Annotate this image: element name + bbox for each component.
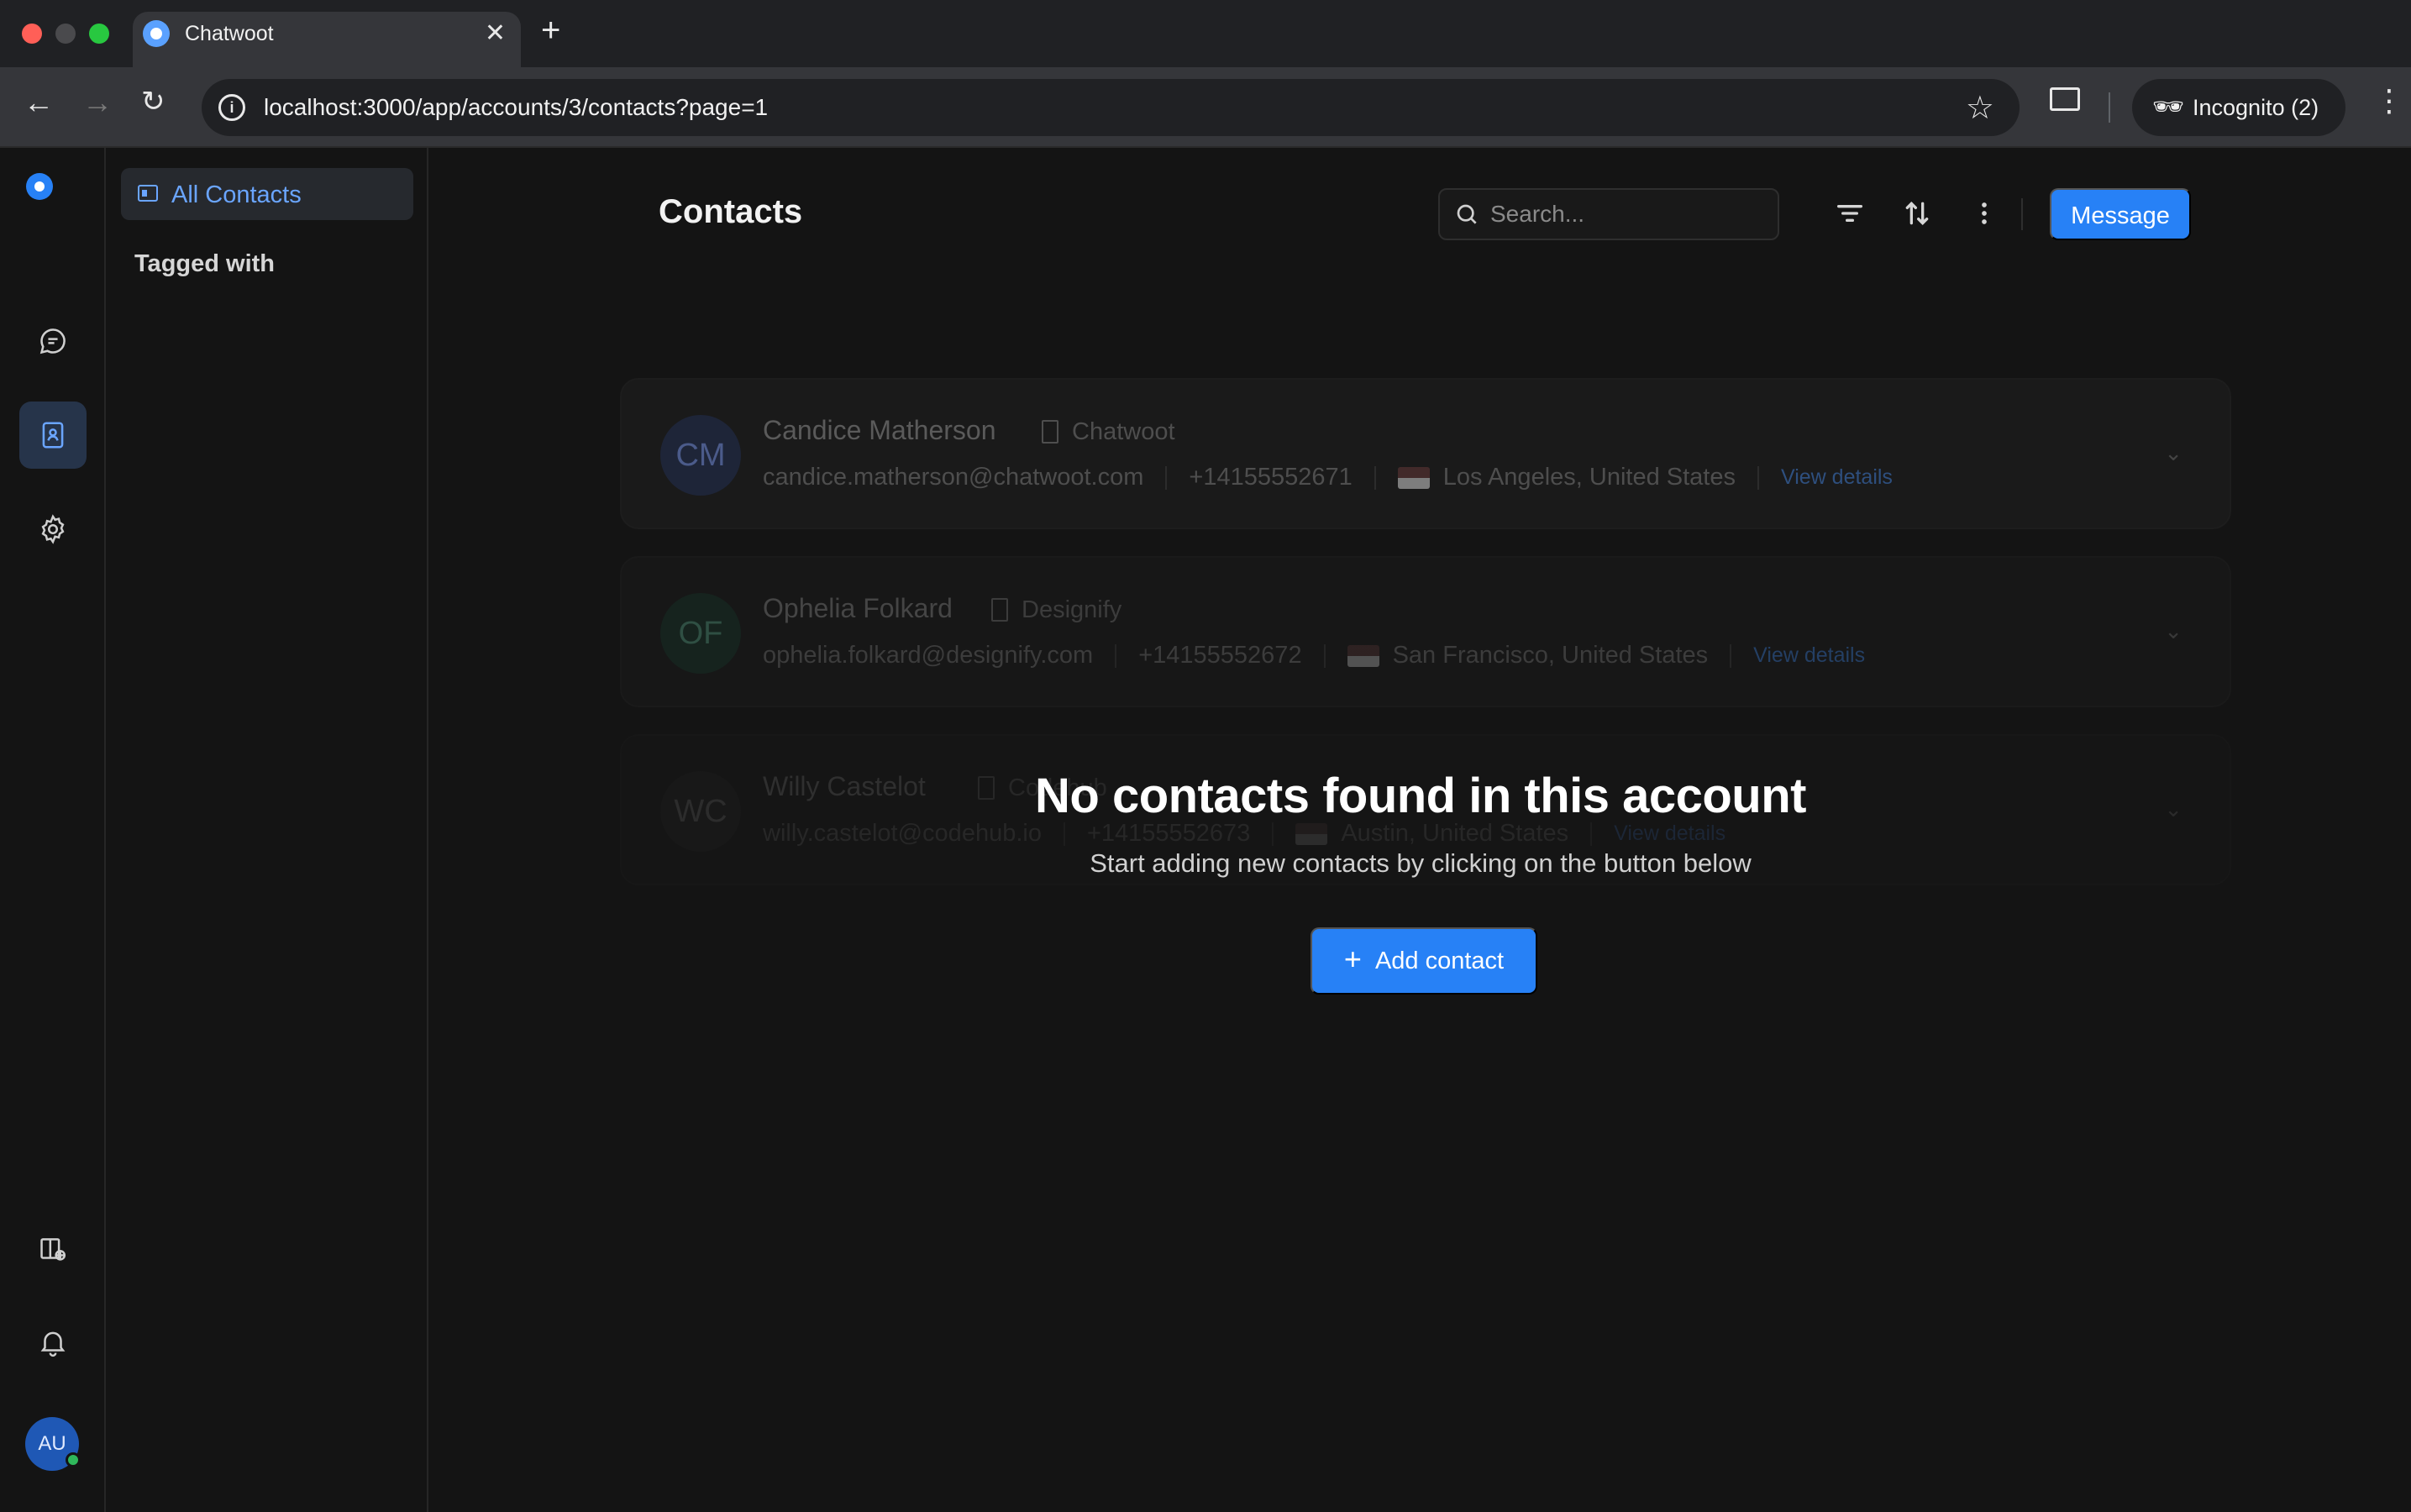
empty-state-title: No contacts found in this account xyxy=(1035,769,1806,823)
chevron-down-icon: ⌄ xyxy=(2164,618,2183,643)
contact-card-icon xyxy=(138,185,158,202)
chatwoot-logo-icon[interactable] xyxy=(26,173,53,200)
incognito-badge[interactable]: 🕶 Incognito (2) xyxy=(2132,79,2345,136)
filter-icon[interactable] xyxy=(1833,197,1867,230)
primary-sidebar: AU xyxy=(0,148,106,1512)
contacts-icon xyxy=(42,422,64,449)
chat-bubble-icon xyxy=(39,328,66,354)
minimize-window-button[interactable] xyxy=(55,24,76,44)
chatwoot-favicon-icon xyxy=(143,20,170,47)
separator xyxy=(1730,643,1732,668)
view-details-link: View details xyxy=(1780,465,1893,489)
contact-avatar: OF xyxy=(660,593,741,674)
contact-phone: +14155552671 xyxy=(1189,464,1353,491)
contact-email: ophelia.folkard@designify.com xyxy=(763,642,1094,669)
new-tab-button[interactable]: + xyxy=(541,13,560,47)
separator xyxy=(1374,465,1376,490)
subnav-item-label: All Contacts xyxy=(171,181,302,208)
incognito-label: Incognito (2) xyxy=(2193,95,2319,120)
contact-avatar: CM xyxy=(660,415,741,496)
contacts-main: Contacts Message CM Candice Matherson Ch… xyxy=(430,148,2411,1512)
empty-state-subtitle: Start adding new contacts by clicking on… xyxy=(1090,848,1752,878)
contact-company: Chatwoot xyxy=(1072,418,1175,445)
subnav-item-all-contacts[interactable]: All Contacts xyxy=(121,168,413,220)
us-flag-icon xyxy=(1295,822,1328,845)
help-center-icon xyxy=(40,1238,66,1261)
ghost-contact-card: OF Ophelia Folkard Designify ophelia.fol… xyxy=(620,556,2231,707)
incognito-icon: 🕶 xyxy=(2152,93,2185,121)
toolbar-divider xyxy=(2109,92,2110,123)
bookmark-star-icon[interactable]: ☆ xyxy=(1966,89,1994,127)
tagged-with-heading: Tagged with xyxy=(134,250,276,277)
sidebar-item-contacts[interactable] xyxy=(19,402,87,469)
separator xyxy=(1063,822,1065,846)
online-status-dot xyxy=(66,1452,81,1467)
maximize-window-button[interactable] xyxy=(89,24,109,44)
back-arrow-icon[interactable]: ← xyxy=(24,87,54,118)
separator xyxy=(1165,465,1168,490)
browser-toolbar: ← → ↻ i localhost:3000/app/accounts/3/co… xyxy=(0,67,2411,148)
header-divider xyxy=(2021,198,2023,230)
bell-icon xyxy=(40,1331,66,1357)
separator xyxy=(1115,643,1117,668)
contact-phone: +14155552672 xyxy=(1138,642,1302,669)
close-window-button[interactable] xyxy=(22,24,42,44)
sidebar-item-notifications[interactable] xyxy=(19,1309,87,1376)
reload-icon[interactable]: ↻ xyxy=(141,87,165,116)
us-flag-icon xyxy=(1347,644,1379,667)
building-icon xyxy=(991,598,1008,622)
browser-tab[interactable]: Chatwoot ✕ xyxy=(133,12,521,67)
site-info-icon[interactable]: i xyxy=(218,94,245,121)
search-box[interactable] xyxy=(1438,188,1779,240)
separator xyxy=(1757,465,1759,490)
view-details-link: View details xyxy=(1614,822,1726,845)
separator xyxy=(1590,822,1593,846)
tab-close-icon[interactable]: ✕ xyxy=(485,18,506,48)
contact-details-row: candice.matherson@chatwoot.com +14155552… xyxy=(763,464,1893,491)
add-contact-label: Add contact xyxy=(1374,947,1505,974)
browser-tab-bar: Chatwoot ✕ + xyxy=(0,0,2411,67)
sort-icon[interactable] xyxy=(1900,197,1934,230)
search-input[interactable] xyxy=(1490,198,1768,230)
cast-search-icon[interactable] xyxy=(2050,87,2080,111)
sidebar-item-settings[interactable] xyxy=(19,496,87,563)
url-text[interactable]: localhost:3000/app/accounts/3/contacts?p… xyxy=(264,94,768,121)
page-title: Contacts xyxy=(659,193,803,230)
contact-name: Ophelia Folkard xyxy=(763,593,953,623)
contact-email: candice.matherson@chatwoot.com xyxy=(763,464,1144,491)
message-button[interactable]: Message xyxy=(2050,188,2191,240)
contact-company: Designify xyxy=(1022,596,1122,623)
chevron-down-icon: ⌄ xyxy=(2164,440,2183,465)
app-root: AU All Contacts Tagged with Contacts Mes… xyxy=(0,148,2411,1512)
add-contact-button[interactable]: + Add contact xyxy=(1311,927,1537,995)
view-details-link: View details xyxy=(1753,643,1866,667)
contact-name: Candice Matherson xyxy=(763,415,996,445)
browser-menu-icon[interactable]: ⋮ xyxy=(2374,86,2404,116)
gear-icon xyxy=(41,514,65,544)
contacts-subnav: All Contacts Tagged with xyxy=(106,148,428,1512)
forward-arrow-icon[interactable]: → xyxy=(82,87,113,118)
us-flag-icon xyxy=(1397,466,1430,489)
contact-details-row: ophelia.folkard@designify.com +141555526… xyxy=(763,642,1865,669)
tab-title: Chatwoot xyxy=(185,22,274,45)
contact-location: Los Angeles, United States xyxy=(1442,464,1736,491)
separator xyxy=(1272,822,1274,846)
address-bar[interactable]: i localhost:3000/app/accounts/3/contacts… xyxy=(202,79,2020,136)
ghost-contact-card: CM Candice Matherson Chatwoot candice.ma… xyxy=(620,378,2231,529)
search-icon xyxy=(1457,204,1477,224)
sidebar-item-help-center[interactable] xyxy=(19,1216,87,1284)
more-options-icon[interactable] xyxy=(1967,197,2001,230)
building-icon xyxy=(1042,420,1058,444)
separator xyxy=(1323,643,1326,668)
sidebar-item-conversations[interactable] xyxy=(19,307,87,375)
contact-location: San Francisco, United States xyxy=(1392,642,1709,669)
plus-icon: + xyxy=(1343,942,1362,976)
